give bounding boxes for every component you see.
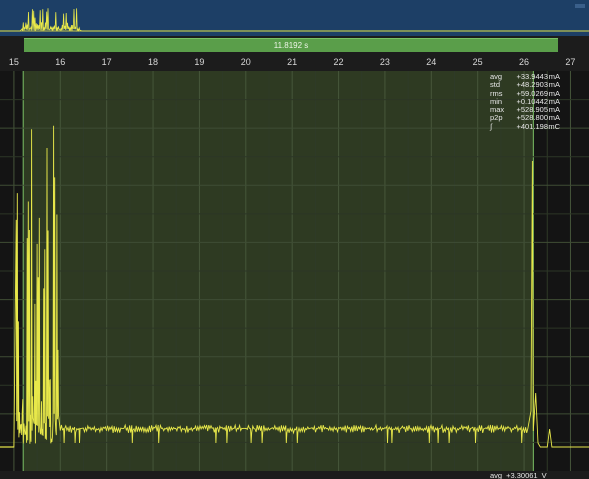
app-window: 11.8192 s 15 16 17 18 19 20 21 22 23 24 25 26 27 avg…: [0, 0, 589, 479]
time-tick-label: 25: [472, 57, 483, 67]
time-tick-label: 21: [287, 57, 298, 67]
overview-strip[interactable]: [0, 0, 589, 36]
stat-name: p2p: [490, 113, 503, 123]
overview-trace: [0, 8, 589, 32]
time-axis[interactable]: 15 16 17 18 19 20 21 22 23 24 25 26 27: [0, 53, 589, 71]
selection-duration-bar[interactable]: 11.8192 s: [24, 38, 558, 52]
time-tick-label: 16: [55, 57, 66, 67]
time-tick-label: 17: [101, 57, 112, 67]
time-tick-label: 27: [565, 57, 576, 67]
time-tick-label: 23: [379, 57, 390, 67]
time-tick-label: 19: [194, 57, 205, 67]
overview-waveform: [0, 4, 589, 32]
time-tick-label: 15: [8, 57, 19, 67]
overview-scrollbar-thumb: [575, 4, 585, 8]
stat-value: +401.198: [516, 121, 549, 131]
voltage-value: +3.30061: [506, 471, 538, 479]
time-tick-label: 24: [426, 57, 437, 67]
stat-name: ∫: [490, 121, 493, 131]
current-stats-panel: avg +33.9443 mA std +48.2903 mA rms +59.0269 mA m…: [490, 72, 560, 131]
selection-duration-label: 11.8192 s: [273, 41, 309, 50]
time-tick-label: 22: [333, 57, 344, 67]
time-tick-label: 18: [148, 57, 159, 67]
voltage-stat: avg +3.30061 V: [490, 471, 551, 479]
time-tick-label: 26: [519, 57, 530, 67]
stat-unit: mC: [548, 121, 560, 131]
stat-row: ∫ +401.198 mC: [490, 121, 560, 131]
voltage-unit: V: [541, 471, 547, 479]
voltage-label: avg: [490, 471, 503, 479]
time-tick-label: 20: [240, 57, 251, 67]
